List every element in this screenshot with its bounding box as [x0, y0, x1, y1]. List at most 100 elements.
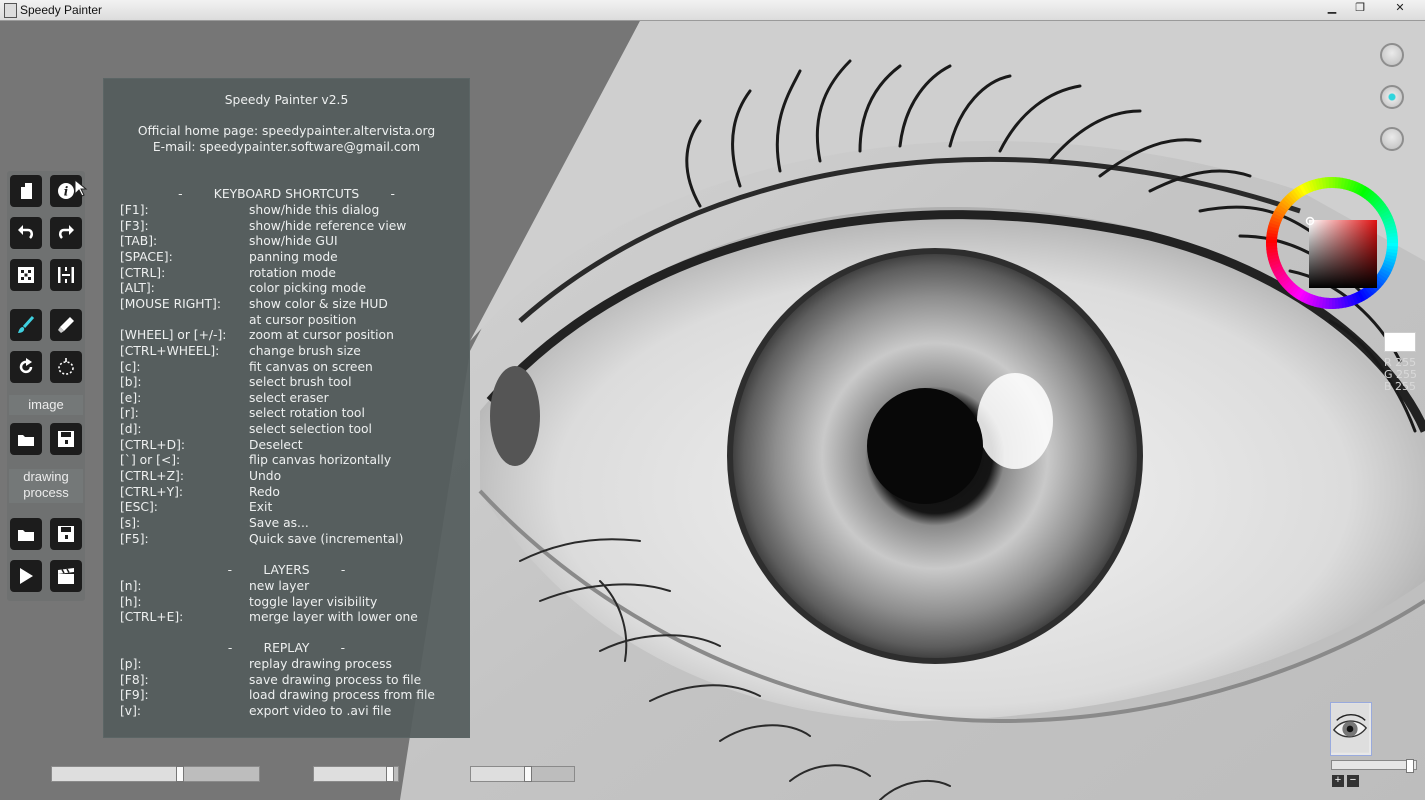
eraser-tool-button[interactable] [50, 309, 82, 341]
add-layer-button[interactable]: + [1332, 775, 1344, 787]
flip-icon [58, 267, 74, 283]
grid-button[interactable] [10, 259, 42, 291]
export-video-button[interactable] [50, 560, 82, 592]
shortcut-key: [n]: [120, 579, 142, 593]
shortcut-description: Undo [249, 469, 282, 484]
dialog-title: Speedy Painter v2.5 [224, 93, 349, 107]
tool-panel: i image drawing process [7, 171, 85, 601]
save-image-icon [58, 431, 74, 447]
save-image-button[interactable] [50, 423, 82, 455]
flow-slider-thumb[interactable] [524, 766, 532, 782]
open-image-button[interactable] [10, 423, 42, 455]
shortcut-description: at cursor position [249, 312, 357, 327]
layer-2-button-active[interactable] [1380, 85, 1404, 109]
green-value: G 255 [1384, 368, 1418, 381]
open-process-button[interactable] [10, 518, 42, 550]
shortcut-description: Save as... [249, 516, 309, 530]
lasso-tool-button[interactable] [50, 351, 82, 383]
shortcut-key: [v]: [120, 703, 142, 718]
undo-button[interactable] [10, 217, 42, 249]
restore-button[interactable]: ❐ [1346, 0, 1374, 18]
about-dialog: Speedy Painter v2.5 Official home page: … [103, 78, 470, 738]
shortcut-key: [c]: [120, 359, 141, 374]
shortcut-key: [F5]: [120, 531, 149, 546]
save-process-button[interactable] [50, 518, 82, 550]
rotate-tool-button[interactable] [10, 351, 42, 383]
shortcut-key: [CTRL+E]: [120, 610, 184, 625]
brush-size-slider[interactable] [51, 766, 260, 782]
shortcut-description: save drawing process to file [249, 672, 422, 687]
shortcut-description: Exit [249, 500, 273, 515]
dialog-email: E-mail: speedypainter.software@gmail.com [152, 140, 421, 154]
redo-button[interactable] [50, 217, 82, 249]
shortcut-description: select eraser [249, 390, 329, 405]
shortcut-description: select selection tool [249, 422, 372, 437]
shortcut-description: change brush size [249, 343, 361, 358]
shortcut-key: [e]: [120, 390, 142, 405]
mouse-cursor-icon [74, 179, 88, 197]
drawing-process-section-label: drawing process [9, 469, 83, 503]
shortcut-key: [F9]: [120, 688, 149, 703]
shortcut-key: [h]: [120, 594, 142, 609]
layer-3-button[interactable] [1380, 127, 1404, 151]
shortcut-key: [TAB]: [120, 234, 158, 249]
shortcut-description: load drawing process from file [249, 688, 435, 703]
replay-button[interactable] [10, 560, 42, 592]
open-image-icon [18, 435, 34, 446]
shortcut-key: [ESC]: [120, 500, 158, 515]
eraser-icon [58, 317, 74, 333]
drawing-process-label-line-2: process [23, 485, 69, 500]
new-canvas-icon [21, 183, 32, 199]
opacity-slider[interactable] [313, 766, 399, 782]
shortcut-description: replay drawing process [249, 657, 392, 671]
brush-icon [18, 315, 35, 333]
shortcut-key: [CTRL+Y]: [120, 484, 184, 499]
close-button[interactable]: ✕ [1380, 0, 1420, 18]
navigator-thumbnail[interactable] [1330, 702, 1372, 756]
layer-1-button[interactable] [1380, 43, 1404, 67]
shortcut-description: show/hide this dialog [249, 203, 380, 217]
shortcut-key: [MOUSE RIGHT]: [120, 296, 221, 311]
color-wheel[interactable] [1264, 175, 1400, 311]
rotate-icon [19, 358, 33, 374]
shortcut-key: [ALT]: [120, 281, 155, 296]
brush-tool-button[interactable] [10, 309, 42, 341]
dialog-homepage: Official home page: speedypainter.alterv… [137, 124, 436, 138]
shortcut-description: Deselect [249, 437, 303, 452]
brush-size-slider-thumb[interactable] [176, 766, 184, 782]
shortcut-description: flip canvas horizontally [249, 453, 392, 468]
drawing-process-label-line-1: drawing [23, 469, 69, 484]
thumbnail-eye-icon [1331, 703, 1369, 753]
flow-slider[interactable] [470, 766, 575, 782]
shortcut-key: [r]: [120, 406, 139, 421]
shortcut-key: [p]: [120, 657, 142, 671]
shortcut-description: zoom at cursor position [249, 328, 394, 343]
shortcut-description: panning mode [249, 249, 338, 264]
play-icon [20, 568, 33, 584]
shortcut-description: select rotation tool [249, 406, 365, 421]
delete-layer-button[interactable]: − [1347, 775, 1359, 787]
current-color-swatch[interactable] [1384, 332, 1416, 352]
canvas-area[interactable]: i image drawing process Speedy Painter v… [0, 21, 1425, 800]
save-process-icon [58, 526, 74, 542]
navigator-zoom-slider[interactable] [1331, 759, 1417, 773]
image-section-label: image [9, 395, 83, 415]
shortcut-description: Redo [249, 484, 280, 499]
opacity-slider-thumb[interactable] [386, 766, 394, 782]
shortcut-description: merge layer with lower one [249, 610, 418, 625]
new-canvas-button[interactable] [10, 175, 42, 207]
minimize-button[interactable]: ▁ [1318, 0, 1346, 18]
redo-icon [59, 225, 74, 239]
shortcut-key: [CTRL]: [120, 265, 166, 280]
red-value: R 255 [1384, 356, 1417, 369]
shortcut-key: [F8]: [120, 672, 149, 687]
shortcut-description: show/hide reference view [249, 218, 407, 233]
zoom-slider-thumb[interactable] [1406, 759, 1414, 773]
replay-shortcuts-header: - REPLAY - [227, 641, 346, 655]
info-icon: i [58, 183, 74, 199]
flip-button[interactable] [50, 259, 82, 291]
shortcut-key: [`] or [<]: [120, 453, 181, 468]
app-icon [4, 3, 17, 18]
shortcut-key: [d]: [120, 422, 142, 437]
shortcut-key: [WHEEL] or [+/-]: [120, 328, 227, 343]
